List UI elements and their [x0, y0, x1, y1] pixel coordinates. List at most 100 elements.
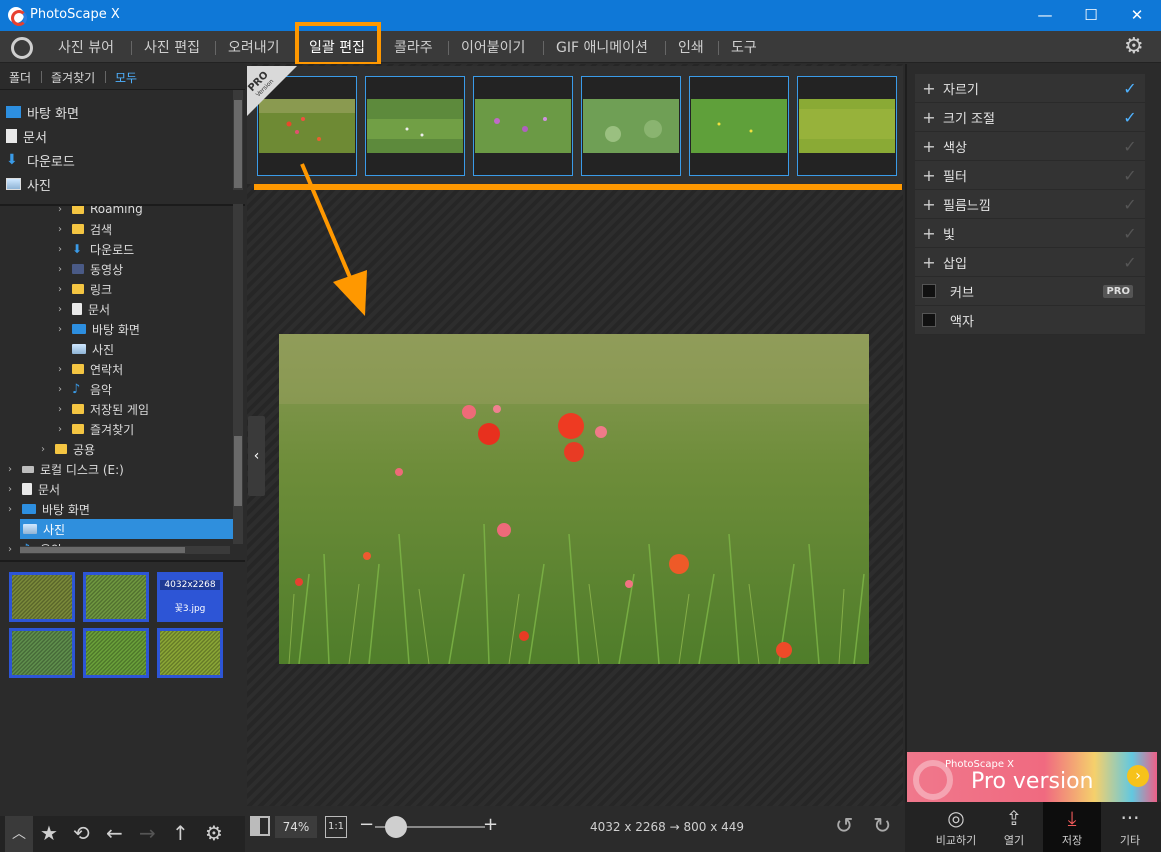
menu-gif-animation[interactable]: GIF 애니메이션 [556, 37, 648, 57]
filmstrip-thumb[interactable] [689, 76, 789, 176]
compare-button[interactable]: ◎ 비교하기 [927, 802, 985, 852]
tree-item[interactable]: › 저장된 게임 [58, 399, 149, 419]
option-resize[interactable]: + 크기 조절 ✓ [915, 103, 1145, 132]
home-icon[interactable] [11, 37, 33, 59]
tree-hscroll-thumb[interactable] [20, 547, 185, 553]
option-color[interactable]: + 색상 ✓ [915, 132, 1145, 161]
thumbnail[interactable] [83, 572, 149, 622]
expand-plus-icon[interactable]: + [915, 195, 943, 214]
tree-item[interactable]: › 로컬 디스크 (E:) [8, 459, 124, 479]
tree-hscrollbar[interactable] [20, 546, 230, 554]
tree-item[interactable]: › 링크 [58, 279, 112, 299]
checkmark-icon[interactable]: ✓ [1115, 137, 1145, 156]
tree-scroll-thumb[interactable] [234, 436, 242, 506]
quick-scrollbar[interactable] [233, 90, 243, 190]
expand-arrow-icon[interactable]: › [41, 444, 49, 455]
tree-item[interactable]: › 문서 [58, 299, 110, 319]
quick-pictures[interactable]: 사진 [6, 174, 51, 194]
checkmark-icon[interactable]: ✓ [1115, 79, 1145, 98]
expand-plus-icon[interactable]: + [915, 224, 943, 243]
zoom-in-icon[interactable]: + [483, 814, 498, 835]
quick-desktop[interactable]: 바탕 화면 [6, 102, 79, 122]
tree-item[interactable]: › 동영상 [58, 259, 123, 279]
expand-arrow-icon[interactable]: › [58, 264, 66, 275]
maximize-button[interactable]: ☐ [1068, 0, 1114, 31]
expand-plus-icon[interactable]: + [915, 79, 943, 98]
menu-collage[interactable]: 콜라주 [394, 37, 433, 57]
minimize-button[interactable]: — [1022, 0, 1068, 31]
tab-favorites[interactable]: 즐겨찾기 [51, 69, 95, 86]
option-crop[interactable]: + 자르기 ✓ [915, 74, 1145, 103]
tree-item[interactable]: › 문서 [8, 479, 60, 499]
menu-print[interactable]: 인쇄 [678, 37, 704, 57]
option-light[interactable]: + 빛 ✓ [915, 219, 1145, 248]
tree-item[interactable]: › 공용 [41, 439, 95, 459]
expand-arrow-icon[interactable]: › [58, 304, 66, 315]
expand-arrow-icon[interactable]: › [8, 464, 16, 475]
tree-item[interactable]: › 즐겨찾기 [58, 419, 134, 439]
expand-arrow-icon[interactable]: › [58, 244, 66, 255]
menu-photo-viewer[interactable]: 사진 뷰어 [58, 37, 114, 57]
expand-arrow-icon[interactable]: › [58, 364, 66, 375]
expand-arrow-icon[interactable]: › [8, 484, 16, 495]
zoom-out-icon[interactable]: − [359, 814, 374, 835]
tree-item[interactable]: 사진 [58, 339, 114, 359]
tree-item[interactable]: › 바탕 화면 [8, 499, 90, 519]
thumbnail[interactable] [9, 572, 75, 622]
option-checkbox[interactable] [922, 284, 936, 298]
close-button[interactable]: ✕ [1114, 0, 1160, 31]
settings-gear-icon[interactable]: ⚙ [1124, 36, 1144, 58]
option-insert[interactable]: + 삽입 ✓ [915, 248, 1145, 277]
expand-arrow-icon[interactable]: › [58, 424, 66, 435]
rotate-right-icon[interactable]: ↻ [873, 816, 891, 838]
menu-cutout[interactable]: 오려내기 [228, 37, 280, 57]
up-arrow-icon[interactable]: ↑ [172, 822, 189, 844]
filmstrip-thumb[interactable] [581, 76, 681, 176]
more-button[interactable]: ··· 기타 [1101, 802, 1159, 852]
refresh-icon[interactable]: ⟲ [73, 822, 90, 844]
thumbnail[interactable] [157, 628, 223, 678]
back-arrow-icon[interactable]: ← [106, 822, 123, 844]
checkmark-icon[interactable]: ✓ [1115, 224, 1145, 243]
thumbnail[interactable] [9, 628, 75, 678]
expand-plus-icon[interactable]: + [915, 166, 943, 185]
checkmark-icon[interactable]: ✓ [1115, 166, 1145, 185]
expand-plus-icon[interactable]: + [915, 108, 943, 127]
tree-item[interactable]: › 바탕 화면 [58, 319, 140, 339]
tree-scrollbar[interactable] [233, 204, 243, 544]
tab-all[interactable]: 모두 [115, 69, 137, 86]
filmstrip-thumb[interactable] [365, 76, 465, 176]
settings-gear-icon[interactable]: ⚙ [205, 822, 223, 844]
option-frame[interactable]: 액자 [915, 306, 1145, 335]
expand-arrow-icon[interactable]: › [58, 206, 66, 215]
thumbnail[interactable] [83, 628, 149, 678]
tree-item[interactable]: › ♪ 음악 [58, 379, 112, 399]
collapse-left-panel-button[interactable]: ‹ [248, 416, 265, 496]
thumbnail-hovered[interactable]: 4032x2268 꽃3.jpg [157, 572, 223, 622]
expand-arrow-icon[interactable]: › [58, 224, 66, 235]
star-icon[interactable]: ★ [40, 822, 58, 844]
filmstrip-thumb[interactable] [473, 76, 573, 176]
option-filter[interactable]: + 필터 ✓ [915, 161, 1145, 190]
forward-arrow-icon[interactable]: → [139, 822, 156, 844]
tab-folder[interactable]: 폴더 [9, 69, 31, 86]
expand-arrow-icon[interactable]: › [8, 504, 16, 515]
expand-arrow-icon[interactable]: › [8, 544, 16, 555]
expand-arrow-icon[interactable]: › [58, 284, 66, 295]
expand-plus-icon[interactable]: + [915, 253, 943, 272]
checkmark-icon[interactable]: ✓ [1115, 195, 1145, 214]
menu-tools[interactable]: 도구 [731, 37, 757, 57]
option-curve[interactable]: 커브 PRO [915, 277, 1145, 306]
save-button[interactable]: ⤓ 저장 [1043, 802, 1101, 852]
zoom-slider-knob[interactable] [385, 816, 407, 838]
tree-item[interactable]: › 연락처 [58, 359, 123, 379]
checkmark-icon[interactable]: ✓ [1115, 253, 1145, 272]
zoom-level[interactable]: 74% [275, 816, 317, 838]
expand-plus-icon[interactable]: + [915, 137, 943, 156]
tree-item[interactable]: › ⬇ 다운로드 [58, 239, 134, 259]
option-checkbox[interactable] [922, 313, 936, 327]
quick-downloads[interactable]: ⬇ 다운로드 [6, 150, 75, 170]
expand-arrow-icon[interactable]: › [58, 404, 66, 415]
quick-scroll-thumb[interactable] [234, 100, 242, 188]
tree-item[interactable]: › Roaming [58, 206, 143, 219]
